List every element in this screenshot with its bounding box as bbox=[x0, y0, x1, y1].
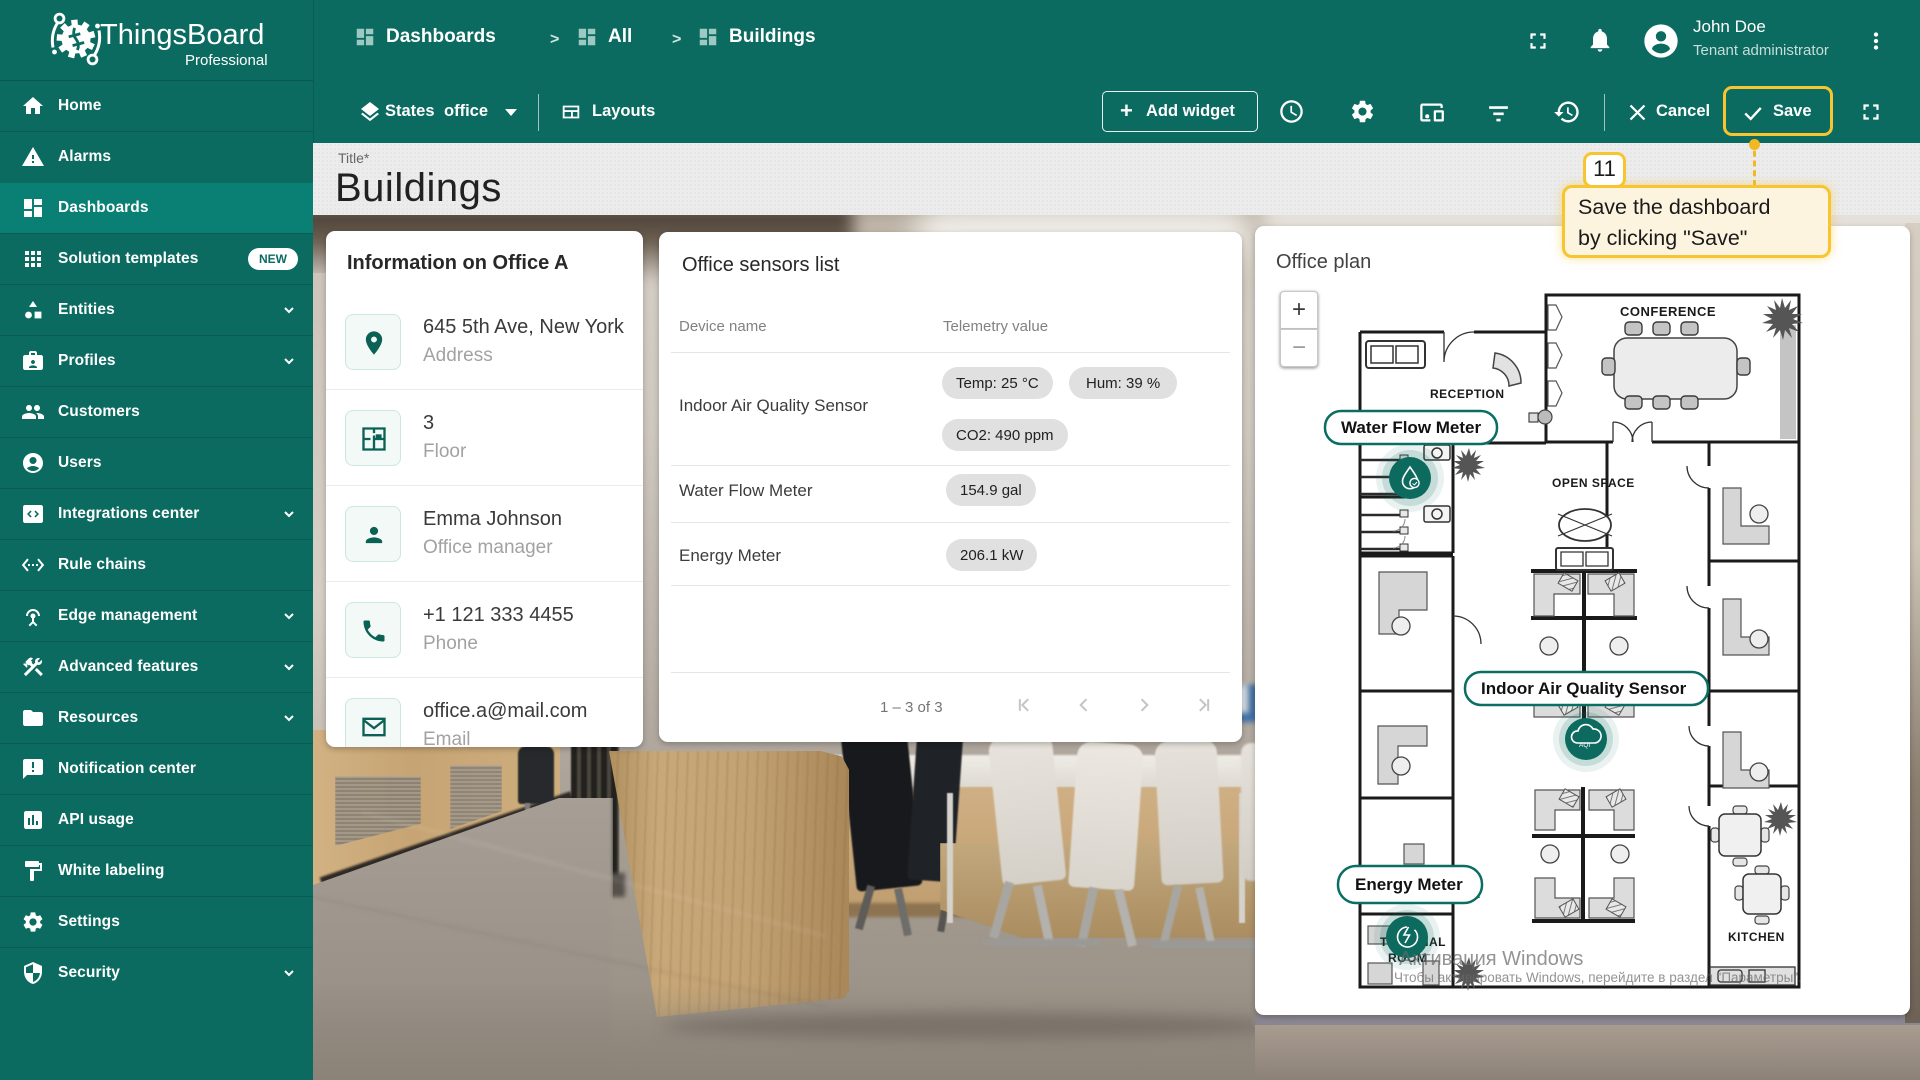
svg-text:AQI: AQI bbox=[1579, 742, 1590, 749]
svg-text:RECEPTION: RECEPTION bbox=[1430, 387, 1505, 401]
svg-text:Indoor Air Quality Sensor: Indoor Air Quality Sensor bbox=[1481, 679, 1687, 698]
svg-text:Energy Meter: Energy Meter bbox=[1355, 875, 1463, 894]
svg-text:OPEN SPACE: OPEN SPACE bbox=[1552, 476, 1635, 490]
svg-text:Water Flow Meter: Water Flow Meter bbox=[1341, 418, 1481, 437]
svg-text:CONFERENCE: CONFERENCE bbox=[1620, 304, 1716, 319]
svg-text:KITCHEN: KITCHEN bbox=[1728, 930, 1785, 944]
